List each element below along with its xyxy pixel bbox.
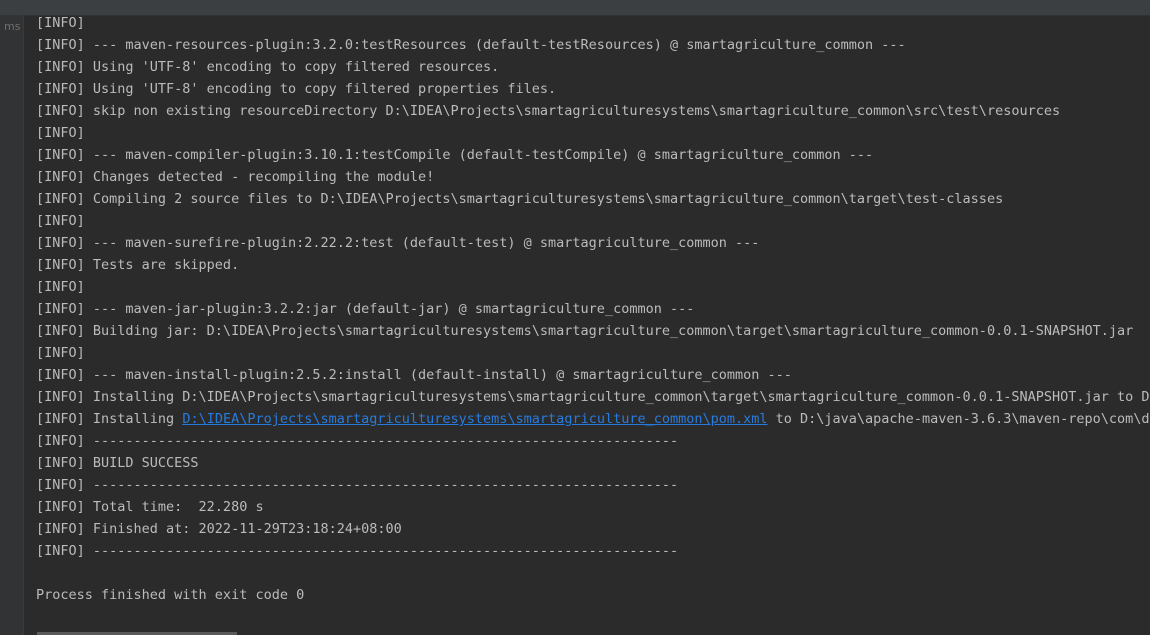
- total-time-line: [INFO] Total time: 22.280 s: [36, 499, 264, 515]
- log-line: [INFO] --- maven-install-plugin:2.5.2:in…: [36, 367, 792, 383]
- log-line: [INFO] Compiling 2 source files to D:\ID…: [36, 191, 1004, 207]
- log-line: [INFO] Changes detected - recompiling th…: [36, 169, 435, 185]
- finished-at-line: [INFO] Finished at: 2022-11-29T23:18:24+…: [36, 521, 402, 537]
- log-line: [INFO]: [36, 213, 85, 229]
- log-line: [INFO] --- maven-jar-plugin:3.2.2:jar (d…: [36, 301, 695, 317]
- build-status-line: [INFO] BUILD SUCCESS: [36, 455, 199, 471]
- log-line: [INFO] skip non existing resourceDirecto…: [36, 103, 1061, 119]
- log-line: [INFO]: [36, 279, 85, 295]
- console-window: ms [INFO] [INFO] --- maven-resources-plu…: [0, 0, 1150, 635]
- install-prefix: [INFO] Installing: [36, 411, 183, 427]
- log-separator: [INFO] ---------------------------------…: [36, 477, 679, 493]
- log-separator: [INFO] ---------------------------------…: [36, 433, 679, 449]
- console-gutter: ms: [0, 15, 24, 635]
- log-line: [INFO]: [36, 15, 85, 31]
- pom-file-link[interactable]: D:\IDEA\Projects\smartagriculturesystems…: [182, 411, 767, 427]
- log-line: [INFO] Tests are skipped.: [36, 257, 240, 273]
- process-exit-message: Process finished with exit code 0: [36, 587, 305, 603]
- log-line: [INFO] --- maven-surefire-plugin:2.22.2:…: [36, 235, 760, 251]
- log-line-install-pom: [INFO] Installing D:\IDEA\Projects\smart…: [36, 408, 1150, 430]
- log-line: [INFO]: [36, 125, 85, 141]
- console-output[interactable]: [INFO] [INFO] --- maven-resources-plugin…: [36, 12, 1150, 612]
- log-line: [INFO] Using 'UTF-8' encoding to copy fi…: [36, 81, 557, 97]
- install-suffix: to D:\java\apache-maven-3.6.3\maven-repo…: [767, 411, 1150, 427]
- log-line: [INFO] --- maven-resources-plugin:3.2.0:…: [36, 37, 906, 53]
- log-line: [INFO] --- maven-compiler-plugin:3.10.1:…: [36, 147, 874, 163]
- log-line: [INFO] Building jar: D:\IDEA\Projects\sm…: [36, 323, 1134, 339]
- log-line: [INFO] Installing D:\IDEA\Projects\smart…: [36, 389, 1150, 405]
- log-line: [INFO]: [36, 345, 85, 361]
- time-unit-label: ms: [4, 20, 21, 33]
- log-separator: [INFO] ---------------------------------…: [36, 543, 679, 559]
- log-line: [INFO] Using 'UTF-8' encoding to copy fi…: [36, 59, 500, 75]
